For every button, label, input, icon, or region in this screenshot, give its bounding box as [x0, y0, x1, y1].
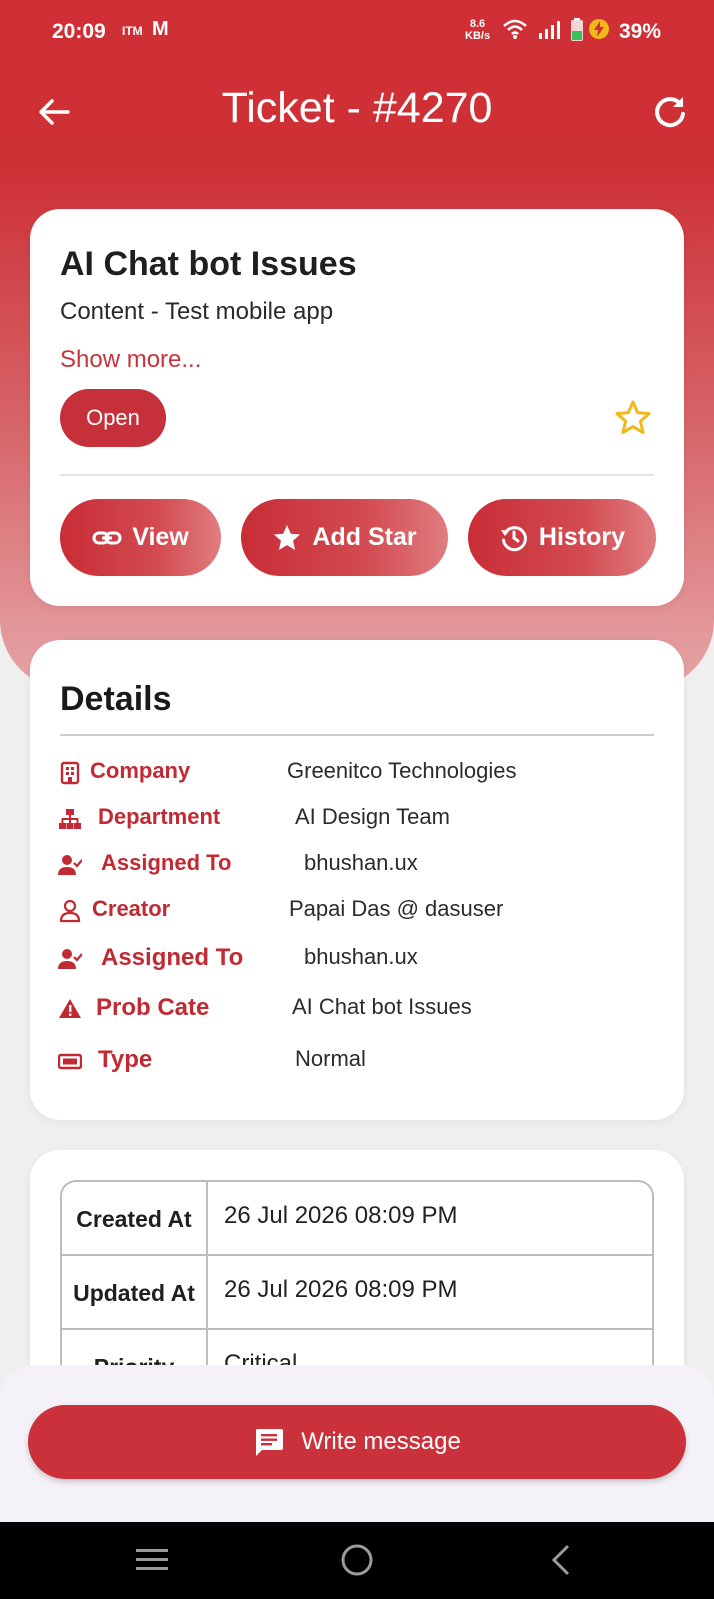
meta-key: Created At [62, 1182, 208, 1256]
detail-label: Company [90, 758, 191, 783]
details-card: Details Company Greenitco Technologies D… [30, 640, 684, 1120]
detail-label: Assigned To [101, 850, 232, 875]
app-bar: Ticket - #4270 [0, 70, 714, 154]
recent-apps-icon[interactable] [134, 1542, 170, 1578]
gmail-icon: M [152, 18, 169, 40]
meta-key: Updated At [62, 1256, 208, 1330]
ticket-subtitle: Content - Test mobile app [60, 298, 334, 325]
status-time: 20:09 [52, 20, 106, 43]
carrier-label: ITM [122, 24, 143, 38]
meta-value: 26 Jul 2026 08:09 PM [224, 1202, 458, 1229]
page-title: Ticket - #4270 [221, 84, 493, 132]
user-check-icon [58, 855, 82, 875]
warning-icon [59, 999, 81, 1018]
detail-label: Creator [92, 896, 171, 921]
write-message-button[interactable]: Write message [28, 1405, 686, 1479]
detail-label: Type [98, 1046, 153, 1073]
message-icon [256, 1429, 284, 1456]
detail-label: Prob Cate [96, 994, 210, 1021]
detail-value: bhushan.ux [304, 850, 418, 875]
detail-value: Papai Das @ dasuser [289, 896, 504, 921]
add-star-button[interactable]: Add Star [241, 499, 448, 576]
building-icon [60, 761, 80, 785]
ticket-title: AI Chat bot Issues [60, 245, 357, 283]
charging-icon [589, 19, 609, 39]
table-row: Updated At 26 Jul 2026 08:09 PM [62, 1256, 652, 1330]
user-outline-icon [59, 899, 81, 923]
battery-percent: 39% [619, 20, 662, 43]
detail-label: Department [98, 804, 221, 829]
status-bar: 20:09 ITM M 8.6 KB/s 39% [0, 0, 714, 62]
star-outline-icon[interactable] [614, 399, 652, 437]
system-nav-bar [0, 1522, 714, 1599]
detail-value: AI Chat bot Issues [292, 994, 472, 1019]
link-icon [92, 531, 122, 544]
write-message-label: Write message [301, 1428, 461, 1455]
show-more-link[interactable]: Show more... [60, 346, 201, 374]
ticket-summary-card: AI Chat bot Issues Content - Test mobile… [30, 209, 684, 606]
org-chart-icon [59, 809, 81, 829]
divider [60, 474, 654, 476]
history-icon [500, 525, 527, 551]
view-button[interactable]: View [60, 499, 221, 576]
table-row: Created At 26 Jul 2026 08:09 PM [62, 1182, 652, 1256]
view-button-label: View [132, 523, 189, 551]
divider [60, 734, 654, 736]
compose-sheet: Write message [0, 1365, 714, 1522]
user-check-icon [58, 949, 82, 969]
back-nav-icon[interactable] [544, 1542, 580, 1578]
star-icon [274, 524, 301, 550]
meta-value: 26 Jul 2026 08:09 PM [224, 1276, 458, 1303]
details-heading: Details [60, 680, 172, 718]
network-speed-value: 8.6 [469, 18, 486, 30]
wifi-icon [503, 19, 527, 39]
history-button-label: History [538, 523, 626, 551]
battery-icon [571, 18, 583, 41]
add-star-button-label: Add Star [312, 523, 417, 551]
ticket-icon [58, 1053, 82, 1070]
detail-value: AI Design Team [295, 804, 450, 829]
refresh-icon[interactable] [650, 92, 690, 132]
home-icon[interactable] [339, 1542, 375, 1578]
detail-value: Normal [295, 1046, 366, 1071]
detail-value: bhushan.ux [304, 944, 418, 969]
network-speed-unit: KB/s [465, 30, 491, 42]
history-button[interactable]: History [468, 499, 656, 576]
status-badge: Open [60, 389, 166, 447]
detail-value: Greenitco Technologies [287, 758, 517, 783]
signal-icon [539, 21, 560, 39]
network-speed: 8.6 KB/s [465, 18, 490, 42]
detail-label: Assigned To [101, 944, 244, 971]
